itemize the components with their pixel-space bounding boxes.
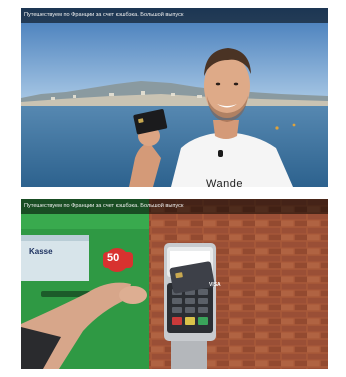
price-badge: 50 xyxy=(107,252,120,264)
video-title[interactable]: Путешествуем по Франции за счет кэшбэка.… xyxy=(24,201,324,211)
video-thumbnail-1[interactable]: Wande Путешествуем по Франции за счет кэ… xyxy=(21,8,328,187)
thumbnail-image-2 xyxy=(21,199,328,369)
title-overlay: Путешествуем по Франции за счет кэшбэка.… xyxy=(21,199,328,214)
shirt-lettering: Wande xyxy=(206,178,243,187)
kiosk-label: Kasse xyxy=(29,247,53,256)
thumbnail-image-1 xyxy=(21,8,328,187)
title-overlay: Путешествуем по Франции за счет кэшбэка.… xyxy=(21,8,328,23)
video-thumbnail-2[interactable]: Kasse 50 VISA Путешествуем по Франции за… xyxy=(21,199,328,369)
video-title[interactable]: Путешествуем по Франции за счет кэшбэка.… xyxy=(24,10,324,20)
card-brand-logo: VISA xyxy=(209,282,221,288)
